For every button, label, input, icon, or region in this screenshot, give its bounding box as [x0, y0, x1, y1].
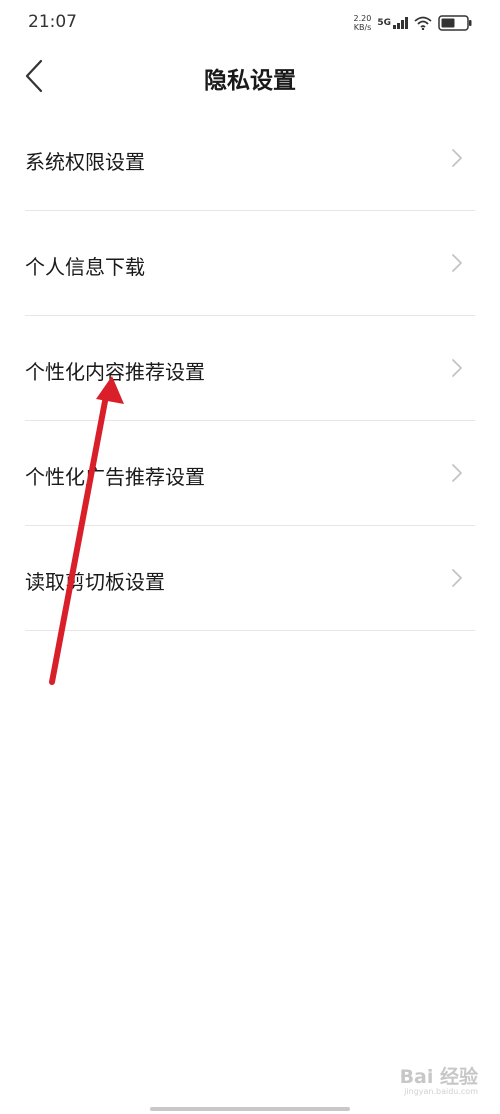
settings-list: 系统权限设置 个人信息下载 个性化内容推荐设置 个性化广告推荐设置 读取剪切板设…	[0, 106, 500, 631]
battery-icon	[438, 15, 472, 31]
network-speed-unit: KB/s	[353, 23, 372, 32]
network-speed: 2.20 KB/s	[354, 14, 372, 32]
chevron-right-icon	[452, 569, 462, 587]
chevron-right-icon	[452, 464, 462, 482]
network-speed-value: 2.20	[353, 14, 372, 23]
settings-item-label: 读取剪切板设置	[25, 570, 165, 594]
settings-item-label: 个性化内容推荐设置	[25, 360, 205, 384]
status-icons: 2.20 KB/s 5G	[354, 12, 472, 34]
watermark-url: jingyan.baidu.com	[404, 1087, 478, 1096]
signal-icon	[393, 17, 408, 29]
settings-item-clipboard-read[interactable]: 读取剪切板设置	[25, 526, 475, 631]
chevron-right-icon	[452, 149, 462, 167]
status-time: 21:07	[28, 12, 77, 32]
settings-item-label: 个性化广告推荐设置	[25, 465, 205, 489]
status-bar: 21:07 2.20 KB/s 5G	[0, 0, 500, 46]
chevron-right-icon	[452, 359, 462, 377]
home-indicator[interactable]	[150, 1107, 350, 1111]
nav-bar: 隐私设置	[0, 46, 500, 108]
chevron-right-icon	[452, 254, 462, 272]
watermark-brand: Bai 经验	[399, 1066, 478, 1088]
watermark: Bai 经验 jingyan.baidu.com	[400, 1062, 478, 1096]
settings-item-personal-info-download[interactable]: 个人信息下载	[25, 211, 475, 316]
page-title: 隐私设置	[204, 68, 296, 94]
settings-item-system-permissions[interactable]: 系统权限设置	[25, 106, 475, 211]
settings-item-personalized-content[interactable]: 个性化内容推荐设置	[25, 316, 475, 421]
settings-item-personalized-ads[interactable]: 个性化广告推荐设置	[25, 421, 475, 526]
network-type-label: 5G	[377, 18, 391, 28]
settings-item-label: 个人信息下载	[25, 255, 145, 279]
wifi-icon	[414, 16, 432, 30]
settings-item-label: 系统权限设置	[25, 150, 145, 174]
